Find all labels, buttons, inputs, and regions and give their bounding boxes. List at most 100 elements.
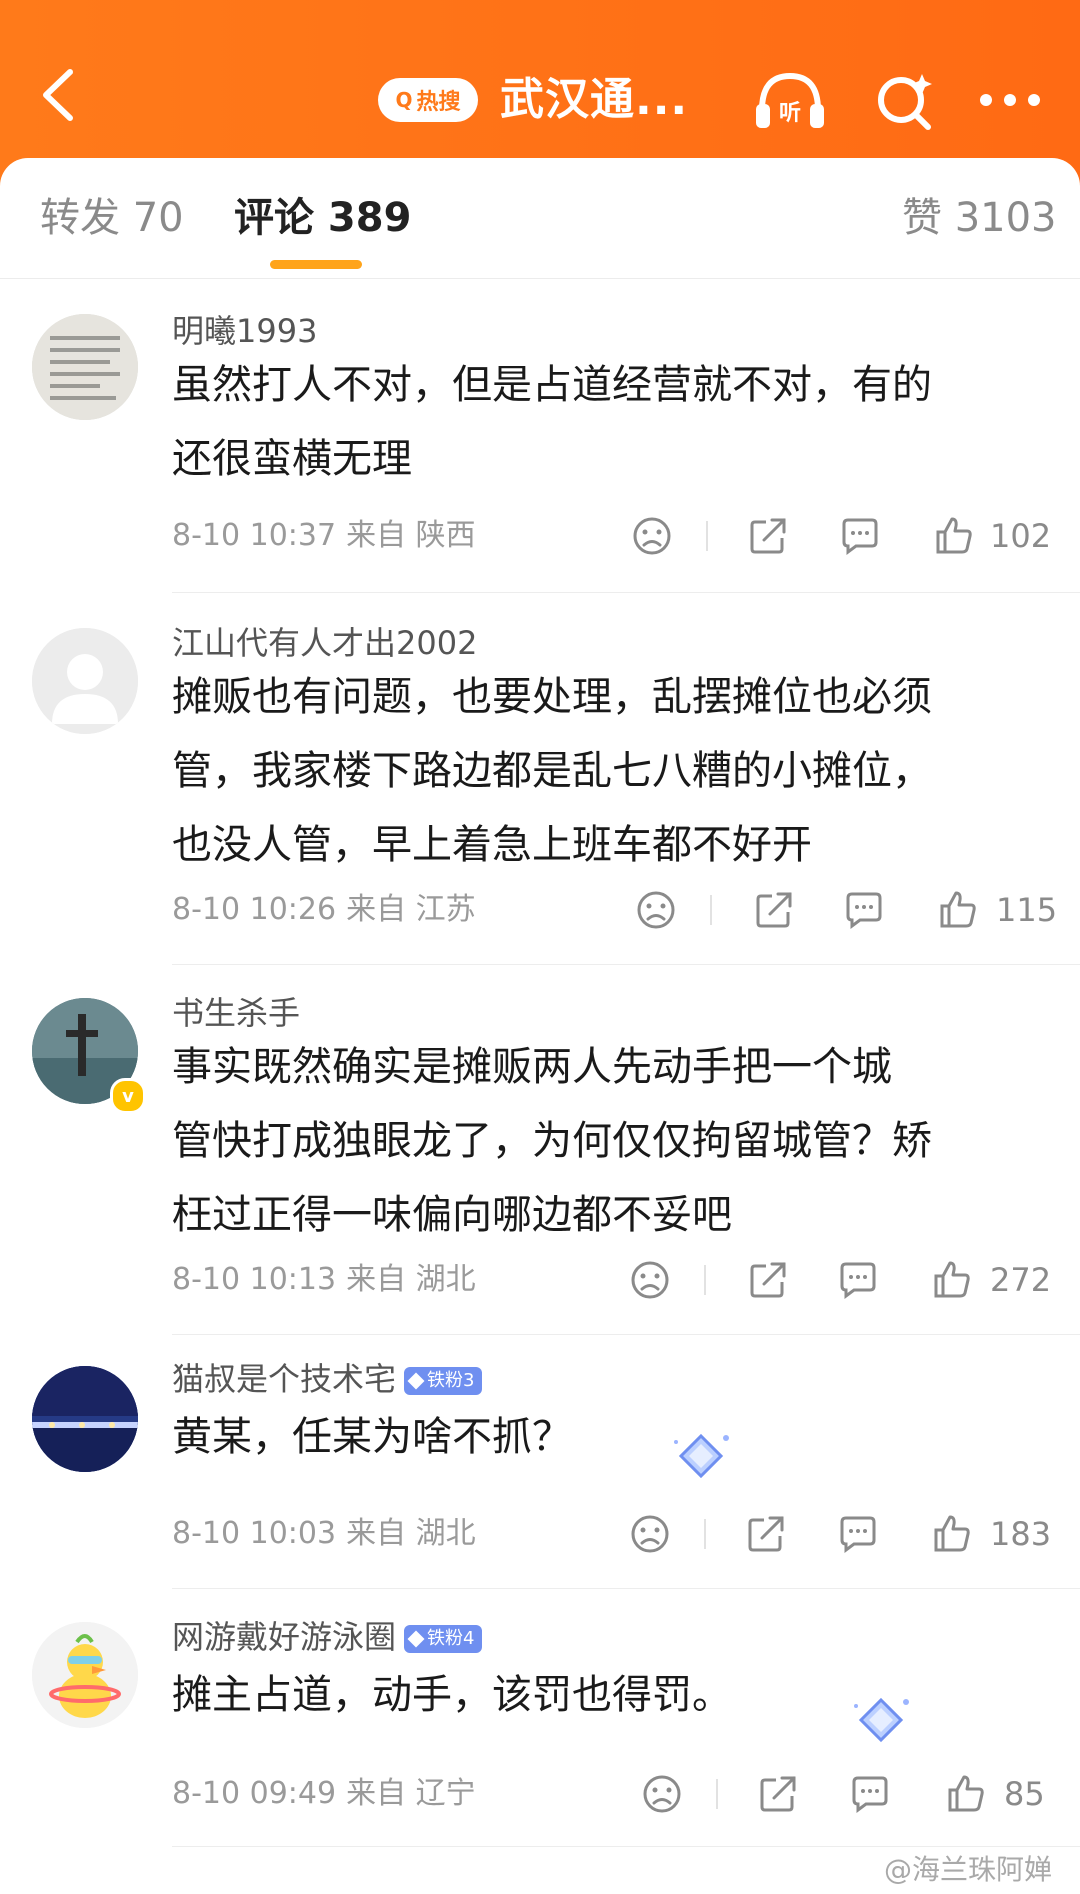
weibo-comments-page: Q 热搜 武汉通... 听 转发 70 评论 389 赞 3103 明曦1993… xyxy=(0,0,1080,1894)
reply-button[interactable] xyxy=(836,1512,880,1556)
share-icon xyxy=(756,892,792,928)
like-button[interactable] xyxy=(930,1258,974,1302)
like-count: 102 xyxy=(990,517,1052,555)
comment-text-line: 摊主占道，动手，该罚也得罚。 xyxy=(172,1672,732,1718)
hot-search-badge[interactable]: Q 热搜 xyxy=(378,78,478,122)
comment-text-line: 还很蛮横无理 xyxy=(172,436,412,482)
comment-location: 来自 湖北 xyxy=(346,1516,476,1551)
comment-username[interactable]: 猫叔是个技术宅 铁粉3 xyxy=(172,1358,483,1400)
back-button[interactable] xyxy=(28,60,88,130)
avatar[interactable] xyxy=(32,314,138,420)
comment-date: 8-10 10:13 xyxy=(172,1262,337,1297)
like-button[interactable] xyxy=(936,888,980,932)
like-button[interactable] xyxy=(944,1772,988,1816)
action-separator xyxy=(704,1265,706,1295)
listen-button[interactable]: 听 xyxy=(750,66,830,136)
more-dots-icon xyxy=(980,94,1040,106)
dislike-button[interactable] xyxy=(640,1772,684,1816)
comment-divider xyxy=(172,1334,1080,1335)
comment-meta: 8-10 10:37 来自 陕西 xyxy=(172,514,476,558)
thumbs-up-icon xyxy=(934,1261,970,1298)
comment-location: 来自 陕西 xyxy=(346,518,476,553)
search-icon: Q xyxy=(395,88,413,112)
comment-location: 来自 江苏 xyxy=(346,892,476,927)
fan-level-label: 铁粉4 xyxy=(427,1628,475,1649)
verified-badge: v xyxy=(110,1078,146,1114)
page-title[interactable]: 武汉通... xyxy=(500,66,688,134)
more-button[interactable] xyxy=(970,70,1050,130)
comment-meta: 8-10 10:26 来自 江苏 xyxy=(172,888,476,932)
frown-face-icon xyxy=(631,1261,669,1299)
dislike-button[interactable] xyxy=(628,1258,672,1302)
comment-date: 8-10 09:49 xyxy=(172,1776,337,1811)
comment-text: 虽然打人不对，但是占道经营就不对，有的 还很蛮横无理 xyxy=(172,348,1052,496)
share-icon xyxy=(750,518,786,554)
frown-face-icon xyxy=(643,1775,681,1813)
share-button[interactable] xyxy=(746,514,790,558)
avatar[interactable] xyxy=(32,1622,138,1728)
tab-bar: 转发 70 评论 389 赞 3103 xyxy=(0,158,1080,279)
comment-item: 猫叔是个技术宅 铁粉3 黄某，任某为啥不抓？ 8-10 10:03 来自 湖北 xyxy=(0,1336,1080,1612)
share-button[interactable] xyxy=(752,888,796,932)
comment-item: 江山代有人才出2002 摊贩也有问题，也要处理，乱摆摊位也必须 管，我家楼下路边… xyxy=(0,594,1080,965)
dislike-button[interactable] xyxy=(634,888,678,932)
comment-divider xyxy=(172,1846,1080,1847)
share-icon xyxy=(748,1516,784,1552)
like-button[interactable] xyxy=(930,1512,974,1556)
share-button[interactable] xyxy=(744,1512,788,1556)
like-count: 183 xyxy=(990,1515,1052,1553)
diamond-icon xyxy=(407,1372,425,1390)
reply-button[interactable] xyxy=(848,1772,892,1816)
fan-level-label: 铁粉3 xyxy=(427,1370,475,1391)
comment-text-line: 管快打成独眼龙了，为何仅仅拘留城管？矫 xyxy=(172,1118,932,1164)
comment-location: 来自 辽宁 xyxy=(346,1776,476,1811)
tab-comments[interactable]: 评论 389 xyxy=(234,188,411,248)
comment-divider xyxy=(172,592,1080,593)
comment-meta: 8-10 09:49 来自 辽宁 xyxy=(172,1772,476,1816)
comment-bubble-icon xyxy=(852,1776,888,1813)
comment-username[interactable]: 江山代有人才出2002 xyxy=(172,622,477,664)
comment-username[interactable]: 书生杀手 xyxy=(172,992,300,1034)
reply-button[interactable] xyxy=(842,888,886,932)
comment-text-line: 也没人管，早上着急上班车都不好开 xyxy=(172,822,812,868)
frown-face-icon xyxy=(631,1515,669,1553)
comment-username[interactable]: 网游戴好游泳圈 铁粉4 xyxy=(172,1616,483,1658)
comment-date: 8-10 10:26 xyxy=(172,892,337,927)
share-button[interactable] xyxy=(756,1772,800,1816)
share-button[interactable] xyxy=(746,1258,790,1302)
comments-sheet: 转发 70 评论 389 赞 3103 明曦1993 虽然打人不对，但是占道经营… xyxy=(0,158,1080,1894)
like-button[interactable] xyxy=(932,514,976,558)
frown-face-icon xyxy=(633,517,671,555)
comment-text-line: 枉过正得一味偏向哪边都不妥吧 xyxy=(172,1192,732,1238)
tab-likes[interactable]: 赞 3103 xyxy=(902,188,1057,248)
svg-text:听: 听 xyxy=(779,101,801,126)
like-count: 115 xyxy=(996,891,1058,929)
search-sparkle-icon xyxy=(878,74,932,130)
headphones-icon: 听 xyxy=(756,72,824,128)
active-tab-indicator xyxy=(270,260,362,269)
comment-date: 8-10 10:03 xyxy=(172,1516,337,1551)
search-button[interactable] xyxy=(870,66,940,136)
fan-level-badge: 铁粉4 xyxy=(404,1625,483,1653)
thumbs-up-icon xyxy=(948,1775,984,1812)
username-text: 网游戴好游泳圈 xyxy=(172,1618,397,1656)
avatar[interactable] xyxy=(32,1366,138,1472)
tab-forwards[interactable]: 转发 70 xyxy=(40,188,184,248)
dislike-button[interactable] xyxy=(628,1512,672,1556)
comment-text: 黄某，任某为啥不抓？ xyxy=(172,1400,1052,1474)
action-separator xyxy=(710,895,712,925)
reply-button[interactable] xyxy=(838,514,882,558)
dislike-button[interactable] xyxy=(630,514,674,558)
frown-face-icon xyxy=(637,891,675,929)
comment-text-line: 事实既然确实是摊贩两人先动手把一个城 xyxy=(172,1044,892,1090)
fan-decoration-icon xyxy=(854,1697,909,1743)
avatar[interactable] xyxy=(32,628,138,734)
action-separator xyxy=(716,1779,718,1809)
comment-text: 摊贩也有问题，也要处理，乱摆摊位也必须 管，我家楼下路边都是乱七八糟的小摊位， … xyxy=(172,660,1052,882)
comment-location: 来自 湖北 xyxy=(346,1262,476,1297)
comment-meta: 8-10 10:13 来自 湖北 xyxy=(172,1258,476,1302)
comment-username[interactable]: 明曦1993 xyxy=(172,310,317,352)
reply-button[interactable] xyxy=(836,1258,880,1302)
fan-level-badge: 铁粉3 xyxy=(404,1367,483,1395)
tabs-divider xyxy=(0,278,1080,279)
